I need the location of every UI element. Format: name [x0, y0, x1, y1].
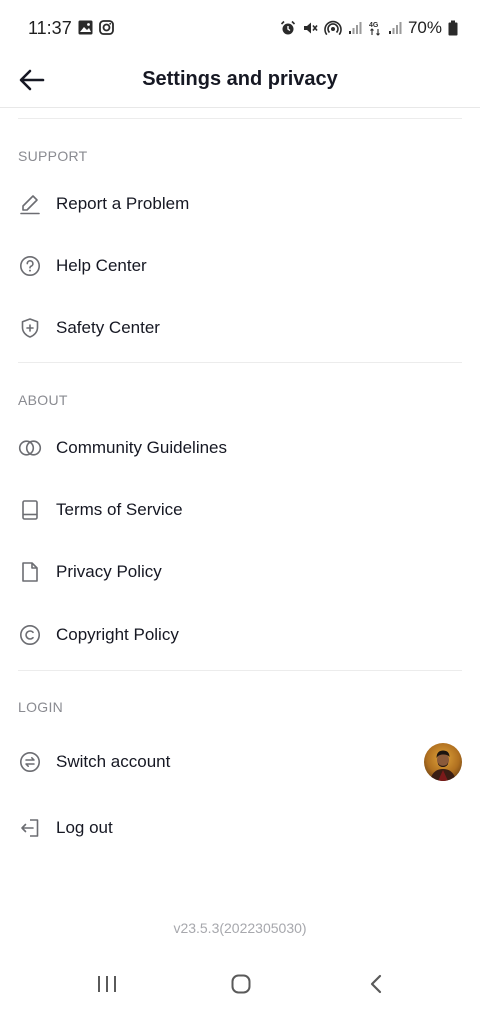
menu-item-label: Switch account — [56, 752, 171, 771]
switch-arrows-icon — [18, 750, 42, 774]
menu-item-label: Help Center — [56, 256, 147, 275]
recent-apps-icon — [96, 974, 118, 999]
status-time: 11:37 — [28, 18, 72, 38]
menu-item-copyright-policy[interactable]: Copyright Policy — [0, 608, 480, 662]
book-icon — [18, 498, 42, 522]
menu-item-help-center[interactable]: Help Center — [0, 239, 480, 293]
home-icon — [230, 973, 252, 1000]
home-button[interactable] — [221, 972, 261, 1000]
menu-item-community-guidelines[interactable]: Community Guidelines — [0, 421, 480, 475]
menu-item-report-a-problem[interactable]: Report a Problem — [0, 177, 480, 231]
menu-item-label: Community Guidelines — [56, 438, 228, 457]
svg-text:4G: 4G — [369, 22, 379, 29]
4g-icon: 4G — [368, 20, 382, 36]
question-circle-icon — [18, 254, 42, 278]
chevron-left-icon — [368, 973, 384, 1000]
shield-plus-icon — [18, 316, 42, 340]
battery-icon — [448, 20, 458, 36]
menu-item-label: Copyright Policy — [56, 625, 179, 644]
menu-item-terms-of-service[interactable]: Terms of Service — [0, 483, 480, 537]
instagram-icon — [99, 20, 114, 40]
mute-icon — [302, 20, 318, 36]
section-title-support: SUPPORT — [18, 148, 88, 164]
copyright-icon — [18, 623, 42, 647]
divider — [18, 362, 462, 363]
divider — [18, 670, 462, 671]
menu-item-label: Terms of Service — [56, 500, 183, 519]
menu-item-label: Safety Center — [56, 318, 160, 337]
section-title-login: LOGIN — [18, 699, 64, 715]
menu-item-switch-account[interactable]: Switch account — [0, 735, 480, 789]
interlocking-circles-icon — [18, 436, 42, 460]
header: Settings and privacy — [0, 58, 480, 108]
app-version: v23.5.3(2022305030) — [173, 920, 307, 936]
system-back-button[interactable] — [356, 972, 396, 1000]
signal-icon — [388, 21, 402, 35]
menu-item-log-out[interactable]: Log out — [0, 801, 480, 855]
menu-item-label: Report a Problem — [56, 194, 190, 213]
hotspot-icon — [324, 20, 342, 36]
menu-item-label: Privacy Policy — [56, 562, 162, 581]
menu-item-privacy-policy[interactable]: Privacy Policy — [0, 545, 480, 599]
recent-apps-button[interactable] — [87, 972, 127, 1000]
section-title-about: ABOUT — [18, 392, 68, 408]
logout-icon — [18, 816, 42, 840]
status-bar: 11:37 4G 70% — [0, 0, 480, 58]
menu-item-label: Log out — [56, 818, 113, 837]
divider — [18, 118, 462, 119]
page-title: Settings and privacy — [142, 68, 338, 90]
avatar[interactable] — [424, 743, 462, 781]
signal-icon — [348, 21, 362, 35]
document-icon — [18, 560, 42, 584]
alarm-icon — [280, 20, 296, 36]
system-navigation-bar — [0, 960, 480, 1013]
gallery-icon — [78, 20, 93, 40]
battery-percent: 70% — [407, 18, 442, 37]
pencil-icon — [18, 192, 42, 216]
menu-item-safety-center[interactable]: Safety Center — [0, 301, 480, 355]
